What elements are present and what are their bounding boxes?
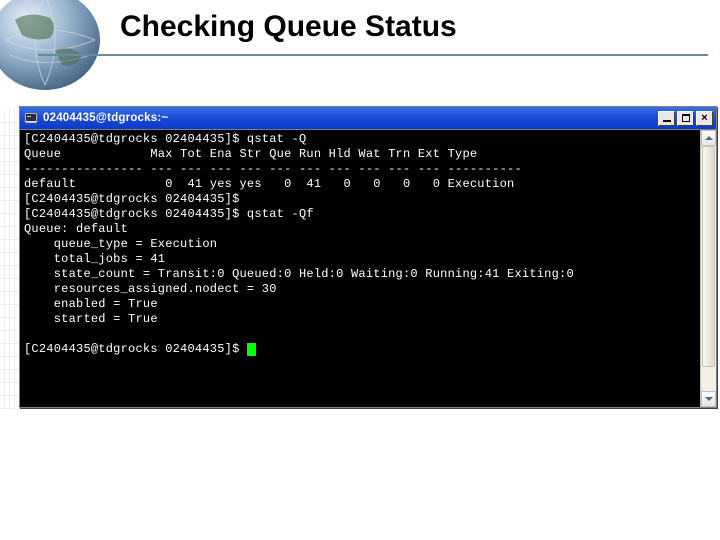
title-underline [38, 54, 708, 56]
close-icon: × [701, 113, 707, 124]
minimize-button[interactable] [658, 111, 675, 126]
cursor [247, 343, 256, 356]
close-button[interactable]: × [696, 111, 713, 126]
minimize-icon [663, 120, 671, 122]
window-title: 02404435@tdgrocks:~ [43, 112, 658, 124]
maximize-icon [682, 114, 690, 122]
maximize-button[interactable] [677, 111, 694, 126]
chevron-down-icon [705, 397, 713, 401]
scroll-track[interactable] [701, 146, 716, 391]
globe-decoration [0, 0, 110, 95]
scrollbar[interactable] [700, 130, 716, 407]
grid-decoration [0, 110, 20, 410]
terminal-body: [C2404435@tdgrocks 02404435]$ qstat -Q Q… [20, 129, 716, 407]
terminal-output[interactable]: [C2404435@tdgrocks 02404435]$ qstat -Q Q… [20, 130, 700, 407]
terminal-window: 02404435@tdgrocks:~ × [C2404435@tdgrocks… [19, 106, 717, 408]
scroll-up-button[interactable] [701, 130, 716, 146]
scroll-down-button[interactable] [701, 391, 716, 407]
page-title: Checking Queue Status [120, 10, 457, 44]
chevron-up-icon [705, 136, 713, 140]
window-titlebar[interactable]: 02404435@tdgrocks:~ × [20, 107, 716, 129]
window-controls: × [658, 111, 713, 126]
slide: Checking Queue Status 02404435@tdgrocks:… [0, 0, 720, 540]
scroll-thumb[interactable] [702, 146, 715, 367]
terminal-icon [24, 111, 38, 125]
